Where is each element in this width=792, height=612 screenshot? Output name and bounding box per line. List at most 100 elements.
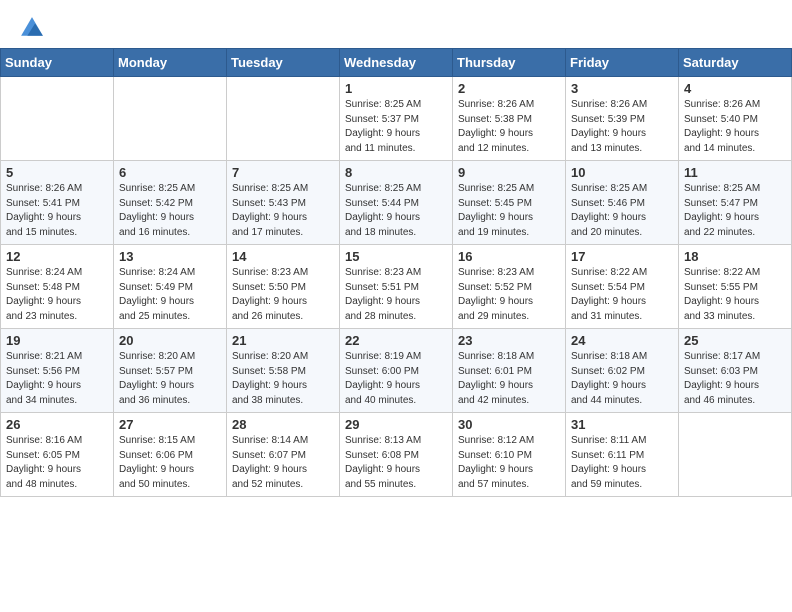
- calendar-day: [679, 413, 792, 497]
- dow-header: Saturday: [679, 49, 792, 77]
- calendar-day: 26Sunrise: 8:16 AM Sunset: 6:05 PM Dayli…: [1, 413, 114, 497]
- day-info: Sunrise: 8:26 AM Sunset: 5:39 PM Dayligh…: [571, 98, 673, 156]
- day-info: Sunrise: 8:18 AM Sunset: 6:02 PM Dayligh…: [571, 350, 673, 408]
- day-number: 23: [458, 333, 560, 348]
- day-info: Sunrise: 8:25 AM Sunset: 5:46 PM Dayligh…: [571, 182, 673, 240]
- day-number: 9: [458, 165, 560, 180]
- calendar-day: 5 Sunrise: 8:26 AM Sunset: 5:41 PM Daylig…: [1, 161, 114, 245]
- calendar-day: 10 Sunrise: 8:25 AM Sunset: 5:46 PM Dayli…: [566, 161, 679, 245]
- day-info: Sunrise: 8:24 AM Sunset: 5:49 PM Dayligh…: [119, 266, 221, 324]
- day-number: 11: [684, 165, 786, 180]
- day-number: 16: [458, 249, 560, 264]
- calendar-day: 7 Sunrise: 8:25 AM Sunset: 5:43 PM Daylig…: [227, 161, 340, 245]
- day-number: 17: [571, 249, 673, 264]
- dow-header: Monday: [114, 49, 227, 77]
- day-number: 27: [119, 417, 221, 432]
- day-info: Sunrise: 8:23 AM Sunset: 5:52 PM Dayligh…: [458, 266, 560, 324]
- day-number: 28: [232, 417, 334, 432]
- calendar-day: 19 Sunrise: 8:21 AM Sunset: 5:56 PM Dayli…: [1, 329, 114, 413]
- calendar-day: 25Sunrise: 8:17 AM Sunset: 6:03 PM Dayli…: [679, 329, 792, 413]
- day-info: Sunrise: 8:25 AM Sunset: 5:47 PM Dayligh…: [684, 182, 786, 240]
- day-info: Sunrise: 8:25 AM Sunset: 5:44 PM Dayligh…: [345, 182, 447, 240]
- day-number: 18: [684, 249, 786, 264]
- day-number: 3: [571, 81, 673, 96]
- calendar-day: 20 Sunrise: 8:20 AM Sunset: 5:57 PM Dayli…: [114, 329, 227, 413]
- day-number: 8: [345, 165, 447, 180]
- calendar-day: [227, 77, 340, 161]
- calendar-day: 14 Sunrise: 8:23 AM Sunset: 5:50 PM Dayli…: [227, 245, 340, 329]
- day-number: 7: [232, 165, 334, 180]
- day-info: Sunrise: 8:26 AM Sunset: 5:41 PM Dayligh…: [6, 182, 108, 240]
- day-info: Sunrise: 8:14 AM Sunset: 6:07 PM Dayligh…: [232, 434, 334, 492]
- calendar-day: [114, 77, 227, 161]
- day-info: Sunrise: 8:25 AM Sunset: 5:45 PM Dayligh…: [458, 182, 560, 240]
- day-info: Sunrise: 8:17 AM Sunset: 6:03 PM Dayligh…: [684, 350, 786, 408]
- day-info: Sunrise: 8:23 AM Sunset: 5:50 PM Dayligh…: [232, 266, 334, 324]
- day-number: 4: [684, 81, 786, 96]
- calendar-body: 1 Sunrise: 8:25 AM Sunset: 5:37 PM Daylig…: [1, 77, 792, 497]
- day-info: Sunrise: 8:20 AM Sunset: 5:57 PM Dayligh…: [119, 350, 221, 408]
- calendar-day: 31Sunrise: 8:11 AM Sunset: 6:11 PM Dayli…: [566, 413, 679, 497]
- day-info: Sunrise: 8:26 AM Sunset: 5:38 PM Dayligh…: [458, 98, 560, 156]
- calendar-day: 22 Sunrise: 8:19 AM Sunset: 6:00 PM Dayli…: [340, 329, 453, 413]
- day-number: 15: [345, 249, 447, 264]
- calendar-day: 24 Sunrise: 8:18 AM Sunset: 6:02 PM Dayli…: [566, 329, 679, 413]
- logo: [18, 14, 50, 42]
- calendar-day: 27 Sunrise: 8:15 AM Sunset: 6:06 PM Dayli…: [114, 413, 227, 497]
- day-info: Sunrise: 8:26 AM Sunset: 5:40 PM Dayligh…: [684, 98, 786, 156]
- calendar-week: 5 Sunrise: 8:26 AM Sunset: 5:41 PM Daylig…: [1, 161, 792, 245]
- calendar-table: SundayMondayTuesdayWednesdayThursdayFrid…: [0, 48, 792, 497]
- day-number: 31: [571, 417, 673, 432]
- day-info: Sunrise: 8:24 AM Sunset: 5:48 PM Dayligh…: [6, 266, 108, 324]
- day-info: Sunrise: 8:18 AM Sunset: 6:01 PM Dayligh…: [458, 350, 560, 408]
- calendar-day: 17 Sunrise: 8:22 AM Sunset: 5:54 PM Dayli…: [566, 245, 679, 329]
- day-number: 10: [571, 165, 673, 180]
- calendar-day: [1, 77, 114, 161]
- day-info: Sunrise: 8:25 AM Sunset: 5:42 PM Dayligh…: [119, 182, 221, 240]
- day-number: 12: [6, 249, 108, 264]
- day-number: 1: [345, 81, 447, 96]
- calendar-day: 13Sunrise: 8:24 AM Sunset: 5:49 PM Dayli…: [114, 245, 227, 329]
- day-info: Sunrise: 8:22 AM Sunset: 5:54 PM Dayligh…: [571, 266, 673, 324]
- calendar-day: 2 Sunrise: 8:26 AM Sunset: 5:38 PM Daylig…: [453, 77, 566, 161]
- day-number: 22: [345, 333, 447, 348]
- day-number: 6: [119, 165, 221, 180]
- day-info: Sunrise: 8:25 AM Sunset: 5:37 PM Dayligh…: [345, 98, 447, 156]
- calendar-week: 1 Sunrise: 8:25 AM Sunset: 5:37 PM Daylig…: [1, 77, 792, 161]
- logo-icon: [18, 14, 46, 42]
- day-number: 14: [232, 249, 334, 264]
- calendar-day: 4 Sunrise: 8:26 AM Sunset: 5:40 PM Daylig…: [679, 77, 792, 161]
- day-info: Sunrise: 8:23 AM Sunset: 5:51 PM Dayligh…: [345, 266, 447, 324]
- day-info: Sunrise: 8:13 AM Sunset: 6:08 PM Dayligh…: [345, 434, 447, 492]
- calendar-day: 8 Sunrise: 8:25 AM Sunset: 5:44 PM Daylig…: [340, 161, 453, 245]
- day-info: Sunrise: 8:16 AM Sunset: 6:05 PM Dayligh…: [6, 434, 108, 492]
- day-info: Sunrise: 8:22 AM Sunset: 5:55 PM Dayligh…: [684, 266, 786, 324]
- dow-header: Wednesday: [340, 49, 453, 77]
- dow-header: Sunday: [1, 49, 114, 77]
- day-number: 19: [6, 333, 108, 348]
- calendar-day: 29Sunrise: 8:13 AM Sunset: 6:08 PM Dayli…: [340, 413, 453, 497]
- day-number: 30: [458, 417, 560, 432]
- day-number: 2: [458, 81, 560, 96]
- day-info: Sunrise: 8:19 AM Sunset: 6:00 PM Dayligh…: [345, 350, 447, 408]
- dow-header: Thursday: [453, 49, 566, 77]
- dow-header: Tuesday: [227, 49, 340, 77]
- calendar-day: 18 Sunrise: 8:22 AM Sunset: 5:55 PM Dayli…: [679, 245, 792, 329]
- calendar-day: 30Sunrise: 8:12 AM Sunset: 6:10 PM Dayli…: [453, 413, 566, 497]
- calendar-day: 15 Sunrise: 8:23 AM Sunset: 5:51 PM Dayli…: [340, 245, 453, 329]
- day-info: Sunrise: 8:20 AM Sunset: 5:58 PM Dayligh…: [232, 350, 334, 408]
- calendar-day: 21Sunrise: 8:20 AM Sunset: 5:58 PM Dayli…: [227, 329, 340, 413]
- day-info: Sunrise: 8:21 AM Sunset: 5:56 PM Dayligh…: [6, 350, 108, 408]
- day-info: Sunrise: 8:15 AM Sunset: 6:06 PM Dayligh…: [119, 434, 221, 492]
- day-number: 5: [6, 165, 108, 180]
- calendar-day: 11 Sunrise: 8:25 AM Sunset: 5:47 PM Dayli…: [679, 161, 792, 245]
- day-info: Sunrise: 8:25 AM Sunset: 5:43 PM Dayligh…: [232, 182, 334, 240]
- day-number: 20: [119, 333, 221, 348]
- calendar-week: 12 Sunrise: 8:24 AM Sunset: 5:48 PM Dayli…: [1, 245, 792, 329]
- calendar-day: 9 Sunrise: 8:25 AM Sunset: 5:45 PM Daylig…: [453, 161, 566, 245]
- calendar-day: 23 Sunrise: 8:18 AM Sunset: 6:01 PM Dayli…: [453, 329, 566, 413]
- calendar-week: 26Sunrise: 8:16 AM Sunset: 6:05 PM Dayli…: [1, 413, 792, 497]
- calendar-day: 1 Sunrise: 8:25 AM Sunset: 5:37 PM Daylig…: [340, 77, 453, 161]
- calendar-day: 28 Sunrise: 8:14 AM Sunset: 6:07 PM Dayli…: [227, 413, 340, 497]
- day-number: 24: [571, 333, 673, 348]
